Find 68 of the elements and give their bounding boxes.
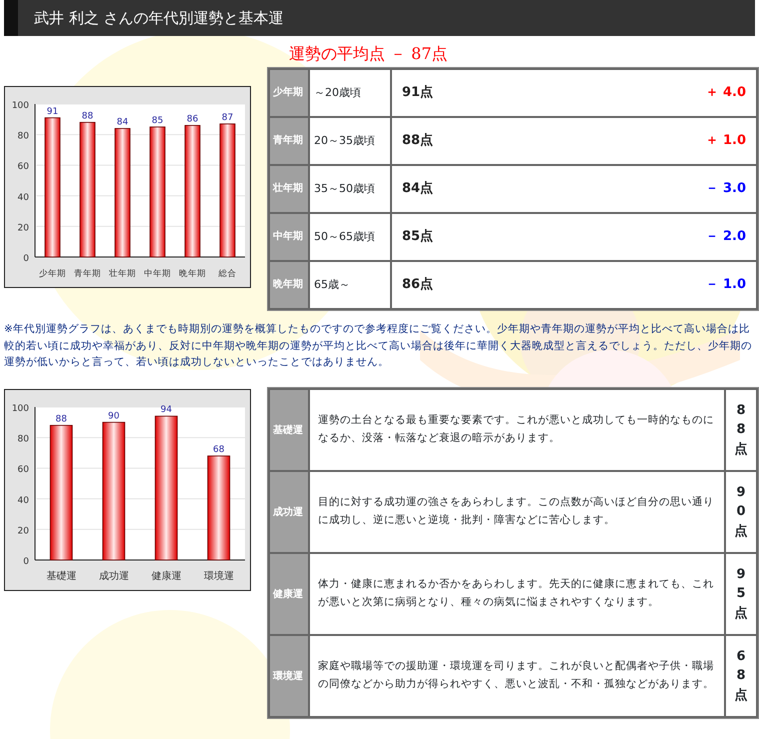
row-header: 壮年期 (270, 166, 308, 212)
category-label: 環境運 (204, 571, 234, 582)
axis-tick-label: 80 (18, 434, 29, 445)
average-score-title: 運勢の平均点 － 87点 (289, 44, 449, 65)
table-cell: 目的に対する成功運の強さをあらわします。この点数が高いほど自分の思い通りに成功し、逆に悪いと逆境・批判・障害などに苦心します。 (310, 472, 724, 552)
table-cell: 体力・健康に恵まれるか否かをあらわします。先天的に健康に恵まれても、これが悪いと次第に病弱となり、種々の病気に悩まされやすくなります。 (310, 554, 724, 634)
score-difference: － 2.0 (705, 228, 746, 246)
score: 86点 (402, 276, 434, 294)
row-header: 基礎運 (270, 390, 308, 470)
score: 84点 (402, 180, 434, 198)
data-label: 86 (186, 114, 198, 124)
category-label: 少年期 (39, 269, 66, 279)
data-label: 85 (152, 116, 164, 126)
axis-tick-label: 100 (12, 101, 29, 111)
score: 68点 (734, 648, 748, 705)
axis-tick-label: 80 (18, 132, 29, 142)
score-difference: ＋ 1.0 (705, 132, 746, 150)
table-cell: ～20歳頃 (310, 70, 390, 116)
data-label: 94 (160, 405, 172, 416)
data-label: 88 (82, 111, 94, 122)
note-text: ※年代別運勢グラフは、あくまでも時期別の運勢を概算したものですので参考程度にご覧ください。少年期や青年期の運勢が平均と比べて高い場合は比較的若い頃に成功や幸福があり、反対に中年期や晩年期の運勢が平均と比べて高い場合は後年に華開く大器晩成型と言えるでしょう。ただし、少年期の運勢が低いからと言って、若い頃は成功しないといったことではありません。 (3, 322, 753, 370)
header-accent (4, 0, 18, 36)
score: 88点 (734, 402, 748, 459)
data-label: 88 (56, 414, 67, 425)
category-label: 青年期 (74, 269, 101, 279)
axis-tick-label: 0 (23, 557, 29, 568)
axis-tick-label: 40 (18, 192, 29, 203)
category-label: 晩年期 (179, 269, 206, 279)
category-label: 健康運 (151, 571, 182, 582)
category-label: 壮年期 (109, 269, 136, 279)
row-header: 中年期 (270, 214, 308, 260)
category-label: 総合 (218, 269, 236, 279)
table-cell: 20～35歳頃 (310, 118, 390, 164)
axis-tick-label: 100 (12, 404, 29, 414)
score: 85点 (402, 228, 434, 246)
axis-tick-label: 40 (18, 496, 29, 506)
data-label: 87 (222, 112, 234, 123)
category-label: 成功運 (98, 571, 129, 582)
axis-tick-label: 20 (18, 526, 29, 537)
table-cell: 運勢の土台となる最も重要な要素です。これが悪いと成功しても一時的なものになるか、没落・転落など衰退の暗示があります。 (310, 390, 724, 470)
axis-tick-label: 0 (23, 254, 29, 264)
row-header: 健康運 (270, 554, 308, 634)
data-label: 91 (46, 106, 58, 117)
axis-tick-label: 60 (18, 162, 29, 172)
data-label: 84 (116, 117, 128, 128)
table-cell: 65歳～ (310, 262, 390, 308)
row-header: 晩年期 (270, 262, 308, 308)
score-difference: － 1.0 (705, 276, 746, 294)
row-header: 環境運 (270, 636, 308, 716)
table-cell: 50～65歳頃 (310, 214, 390, 260)
data-label: 90 (108, 411, 120, 422)
axis-tick-label: 60 (18, 465, 29, 476)
table-cell: 家庭や職場等での援助運・環境運を司ります。これが良いと配偶者や子供・職場の同僚などから助力が得られやすく、悪いと波乱・不和・孤独などがあります。 (310, 636, 724, 716)
data-label: 68 (213, 445, 224, 456)
score: 90点 (734, 484, 748, 541)
score: 91点 (402, 84, 434, 102)
score-difference: ＋ 4.0 (705, 84, 746, 102)
row-header: 少年期 (270, 70, 308, 116)
row-header: 青年期 (270, 118, 308, 164)
axis-tick-label: 20 (18, 223, 29, 234)
page-title: 武井 利之 さんの年代別運勢と基本運 (34, 8, 284, 29)
category-label: 基礎運 (46, 571, 76, 582)
table-cell: 35～50歳頃 (310, 166, 390, 212)
score: 88点 (402, 132, 434, 150)
row-header: 成功運 (270, 472, 308, 552)
score-difference: － 3.0 (705, 180, 746, 198)
category-label: 中年期 (144, 269, 171, 279)
score: 95点 (734, 566, 748, 623)
